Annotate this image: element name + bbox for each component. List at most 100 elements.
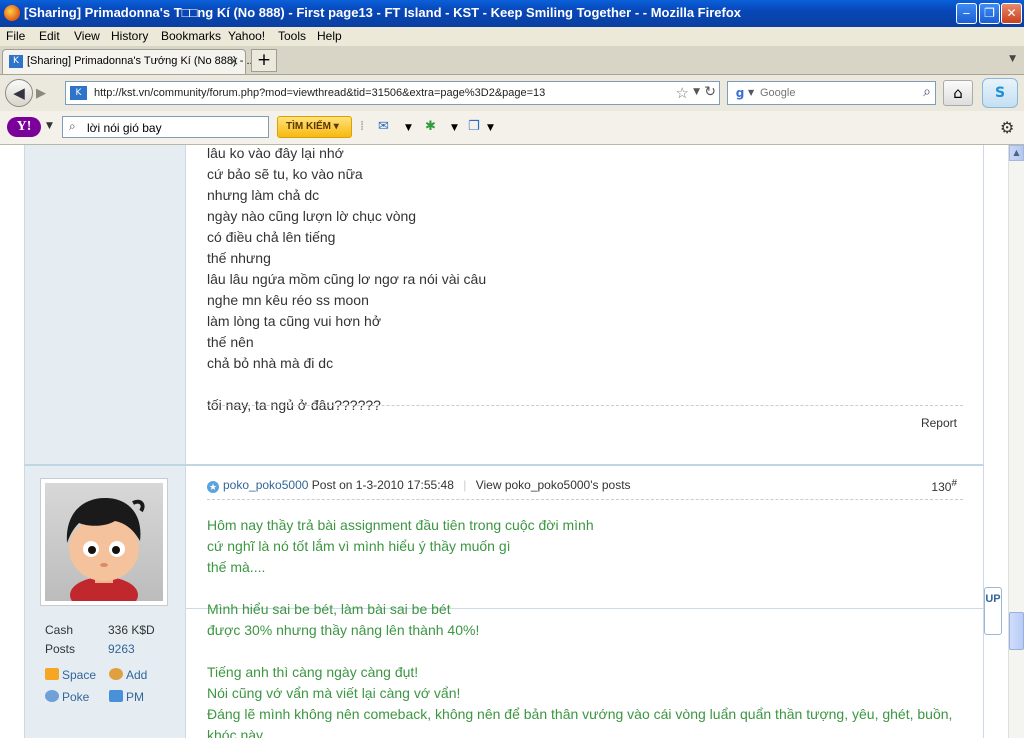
page-dropdown-icon[interactable]: ▼ <box>487 123 494 133</box>
back-to-top-button[interactable]: UP <box>984 587 1002 635</box>
online-status-icon: ★ <box>207 481 219 493</box>
post-line: làm lòng ta cũng vui hơn hở <box>207 313 382 329</box>
bookmark-star-icon[interactable]: ☆ <box>676 84 689 102</box>
yahoo-toolbar: Y! ▼ ⌕ TÌM KIẾM ▾ ⁞ ✉ ▼ ✱ ▼ ❐ ▼ ⚙ <box>0 111 1024 145</box>
post-line: lâu lâu ngứa mồm cũng lơ ngơ ra nói vài … <box>207 271 487 287</box>
menu-yahoo[interactable]: Yahoo! <box>228 29 265 43</box>
view-author-posts-link[interactable]: View poko_poko5000's posts <box>476 478 631 492</box>
gear-icon[interactable]: ⚙ <box>1000 118 1014 137</box>
post-line: lâu ko vào đây lại nhớ <box>207 145 344 161</box>
yahoo-search-button[interactable]: TÌM KIẾM ▾ <box>277 116 352 138</box>
stat-label-posts: Posts <box>45 642 76 656</box>
header-separator: | <box>463 478 467 492</box>
post-line: Hôm nay thầy trả bài assignment đầu tiên… <box>207 517 594 533</box>
menu-file[interactable]: File <box>6 29 25 43</box>
post-line: khóc này. <box>207 727 266 738</box>
tab-strip: K [Sharing] Primadonna's Tướng Kí (No 88… <box>0 46 1024 75</box>
space-link[interactable]: Space <box>45 668 96 682</box>
minimize-button[interactable]: ‒ <box>956 3 977 24</box>
tab-label: [Sharing] Primadonna's Tướng Kí (No 888)… <box>27 55 256 67</box>
scroll-up-button[interactable]: ▲ <box>1009 145 1024 161</box>
tab-current[interactable]: K [Sharing] Primadonna's Tướng Kí (No 88… <box>2 49 256 74</box>
pm-link[interactable]: PM <box>109 690 144 704</box>
games-icon[interactable]: ✱ <box>425 119 436 134</box>
yahoo-menu-dropdown-icon[interactable]: ▼ <box>46 121 53 131</box>
stat-value-posts[interactable]: 9263 <box>108 642 135 656</box>
web-search-box[interactable]: g ▼ ⌕ <box>727 81 936 105</box>
web-search-input[interactable] <box>760 85 910 101</box>
post-line: nhưng làm chả dc <box>207 187 320 203</box>
avatar-image <box>45 483 163 601</box>
stat-value-cash: 336 K$D <box>108 623 155 637</box>
post-line: cứ bảo sẽ tu, ko vào nữa <box>207 166 363 182</box>
toolbar-grip-icon: ⁞ <box>360 119 365 134</box>
search-icon: ⌕ <box>69 119 76 133</box>
reload-icon[interactable]: ↻ <box>704 84 716 100</box>
post-date: Post on 1-3-2010 17:55:48 <box>311 478 454 492</box>
navigation-bar: ◀ ▶ K http://kst.vn/community/forum.php?… <box>0 75 1024 111</box>
post-line: Tiếng anh thì càng ngày càng đụt! <box>207 664 419 680</box>
yahoo-logo-button[interactable]: Y! <box>7 117 41 137</box>
menu-view[interactable]: View <box>74 29 100 43</box>
post-number[interactable]: 130# <box>931 478 957 494</box>
url-text[interactable]: http://kst.vn/community/forum.php?mod=vi… <box>94 87 545 99</box>
post-line: Đáng lẽ mình không nên comeback, không n… <box>207 706 953 722</box>
tab-close-icon[interactable]: × <box>229 54 239 68</box>
post-line: cứ nghĩ là nó tốt lắm vì mình hiểu ý thầ… <box>207 538 511 554</box>
yahoo-search-input[interactable] <box>87 120 262 135</box>
page-content: lâu ko vào đây lại nhớ cứ bảo sẽ tu, ko … <box>0 145 1008 738</box>
skype-icon[interactable]: S <box>982 78 1018 108</box>
post-author-link[interactable]: poko_poko5000 <box>223 478 308 492</box>
yahoo-search-box[interactable]: ⌕ <box>62 116 269 138</box>
cartoon-boy-avatar-icon <box>66 497 145 601</box>
url-history-dropdown-icon[interactable]: ▼ <box>693 87 700 97</box>
address-bar[interactable]: K http://kst.vn/community/forum.php?mod=… <box>65 81 720 105</box>
post-line: thế nhưng <box>207 250 271 266</box>
back-button[interactable]: ◀ <box>5 79 33 107</box>
forward-button[interactable]: ▶ <box>36 86 46 101</box>
post-line <box>207 374 486 395</box>
page-icon[interactable]: ❐ <box>468 119 480 134</box>
post-header: ★ poko_poko5000 Post on 1-3-2010 17:55:48… <box>207 478 631 493</box>
new-tab-button[interactable]: + <box>251 49 277 72</box>
poke-link[interactable]: Poke <box>45 690 89 704</box>
avatar[interactable] <box>40 478 168 606</box>
site-favicon-icon: K <box>9 55 23 68</box>
home-button[interactable]: ⌂ <box>943 80 973 106</box>
tab-list-icon[interactable]: ▼ <box>1009 54 1016 64</box>
mail-icon[interactable]: ✉ <box>378 119 389 134</box>
home-icon <box>45 668 59 680</box>
post-line: thế mà.... <box>207 559 266 575</box>
report-link[interactable]: Report <box>921 416 957 430</box>
post-author-sidebar: Cash 336 K$D Posts 9263 Space Add Poke P… <box>25 466 186 738</box>
post-line <box>207 641 952 662</box>
menu-bar: File Edit View History Bookmarks Yahoo! … <box>0 27 1024 46</box>
forum-post: Cash 336 K$D Posts 9263 Space Add Poke P… <box>24 464 984 738</box>
post-line <box>207 578 952 599</box>
search-icon[interactable]: ⌕ <box>923 84 931 100</box>
window-title: [Sharing] Primadonna's T□□ng Kí (No 888)… <box>24 5 742 20</box>
mail-dropdown-icon[interactable]: ▼ <box>405 123 412 133</box>
firefox-logo-icon <box>4 5 20 21</box>
scrollbar-thumb[interactable] <box>1009 612 1024 650</box>
envelope-icon <box>109 690 123 702</box>
search-engine-dropdown-icon[interactable]: ▼ <box>748 88 754 97</box>
page-scrollbar[interactable]: ▲ <box>1008 145 1024 738</box>
menu-history[interactable]: History <box>111 29 148 43</box>
site-identity-icon[interactable]: K <box>70 86 87 100</box>
google-engine-icon[interactable]: g <box>732 86 748 101</box>
games-dropdown-icon[interactable]: ▼ <box>451 123 458 133</box>
menu-edit[interactable]: Edit <box>39 29 60 43</box>
add-friend-link[interactable]: Add <box>109 668 147 682</box>
menu-help[interactable]: Help <box>317 29 342 43</box>
close-window-button[interactable]: ✕ <box>1001 3 1022 24</box>
menu-bookmarks[interactable]: Bookmarks <box>161 29 221 43</box>
restore-button[interactable]: ❐ <box>979 3 1000 24</box>
post-line: ngày nào cũng lượn lờ chục vòng <box>207 208 417 224</box>
menu-tools[interactable]: Tools <box>278 29 306 43</box>
post-message: Hôm nay thầy trả bài assignment đầu tiên… <box>207 515 952 738</box>
post-line: có điều chả lên tiếng <box>207 229 336 245</box>
post-line: Mình hiểu sai be bét, làm bài sai be bét <box>207 601 451 617</box>
post-header-divider <box>207 499 963 500</box>
post-line: chả bỏ nhà mà đi dc <box>207 355 334 371</box>
